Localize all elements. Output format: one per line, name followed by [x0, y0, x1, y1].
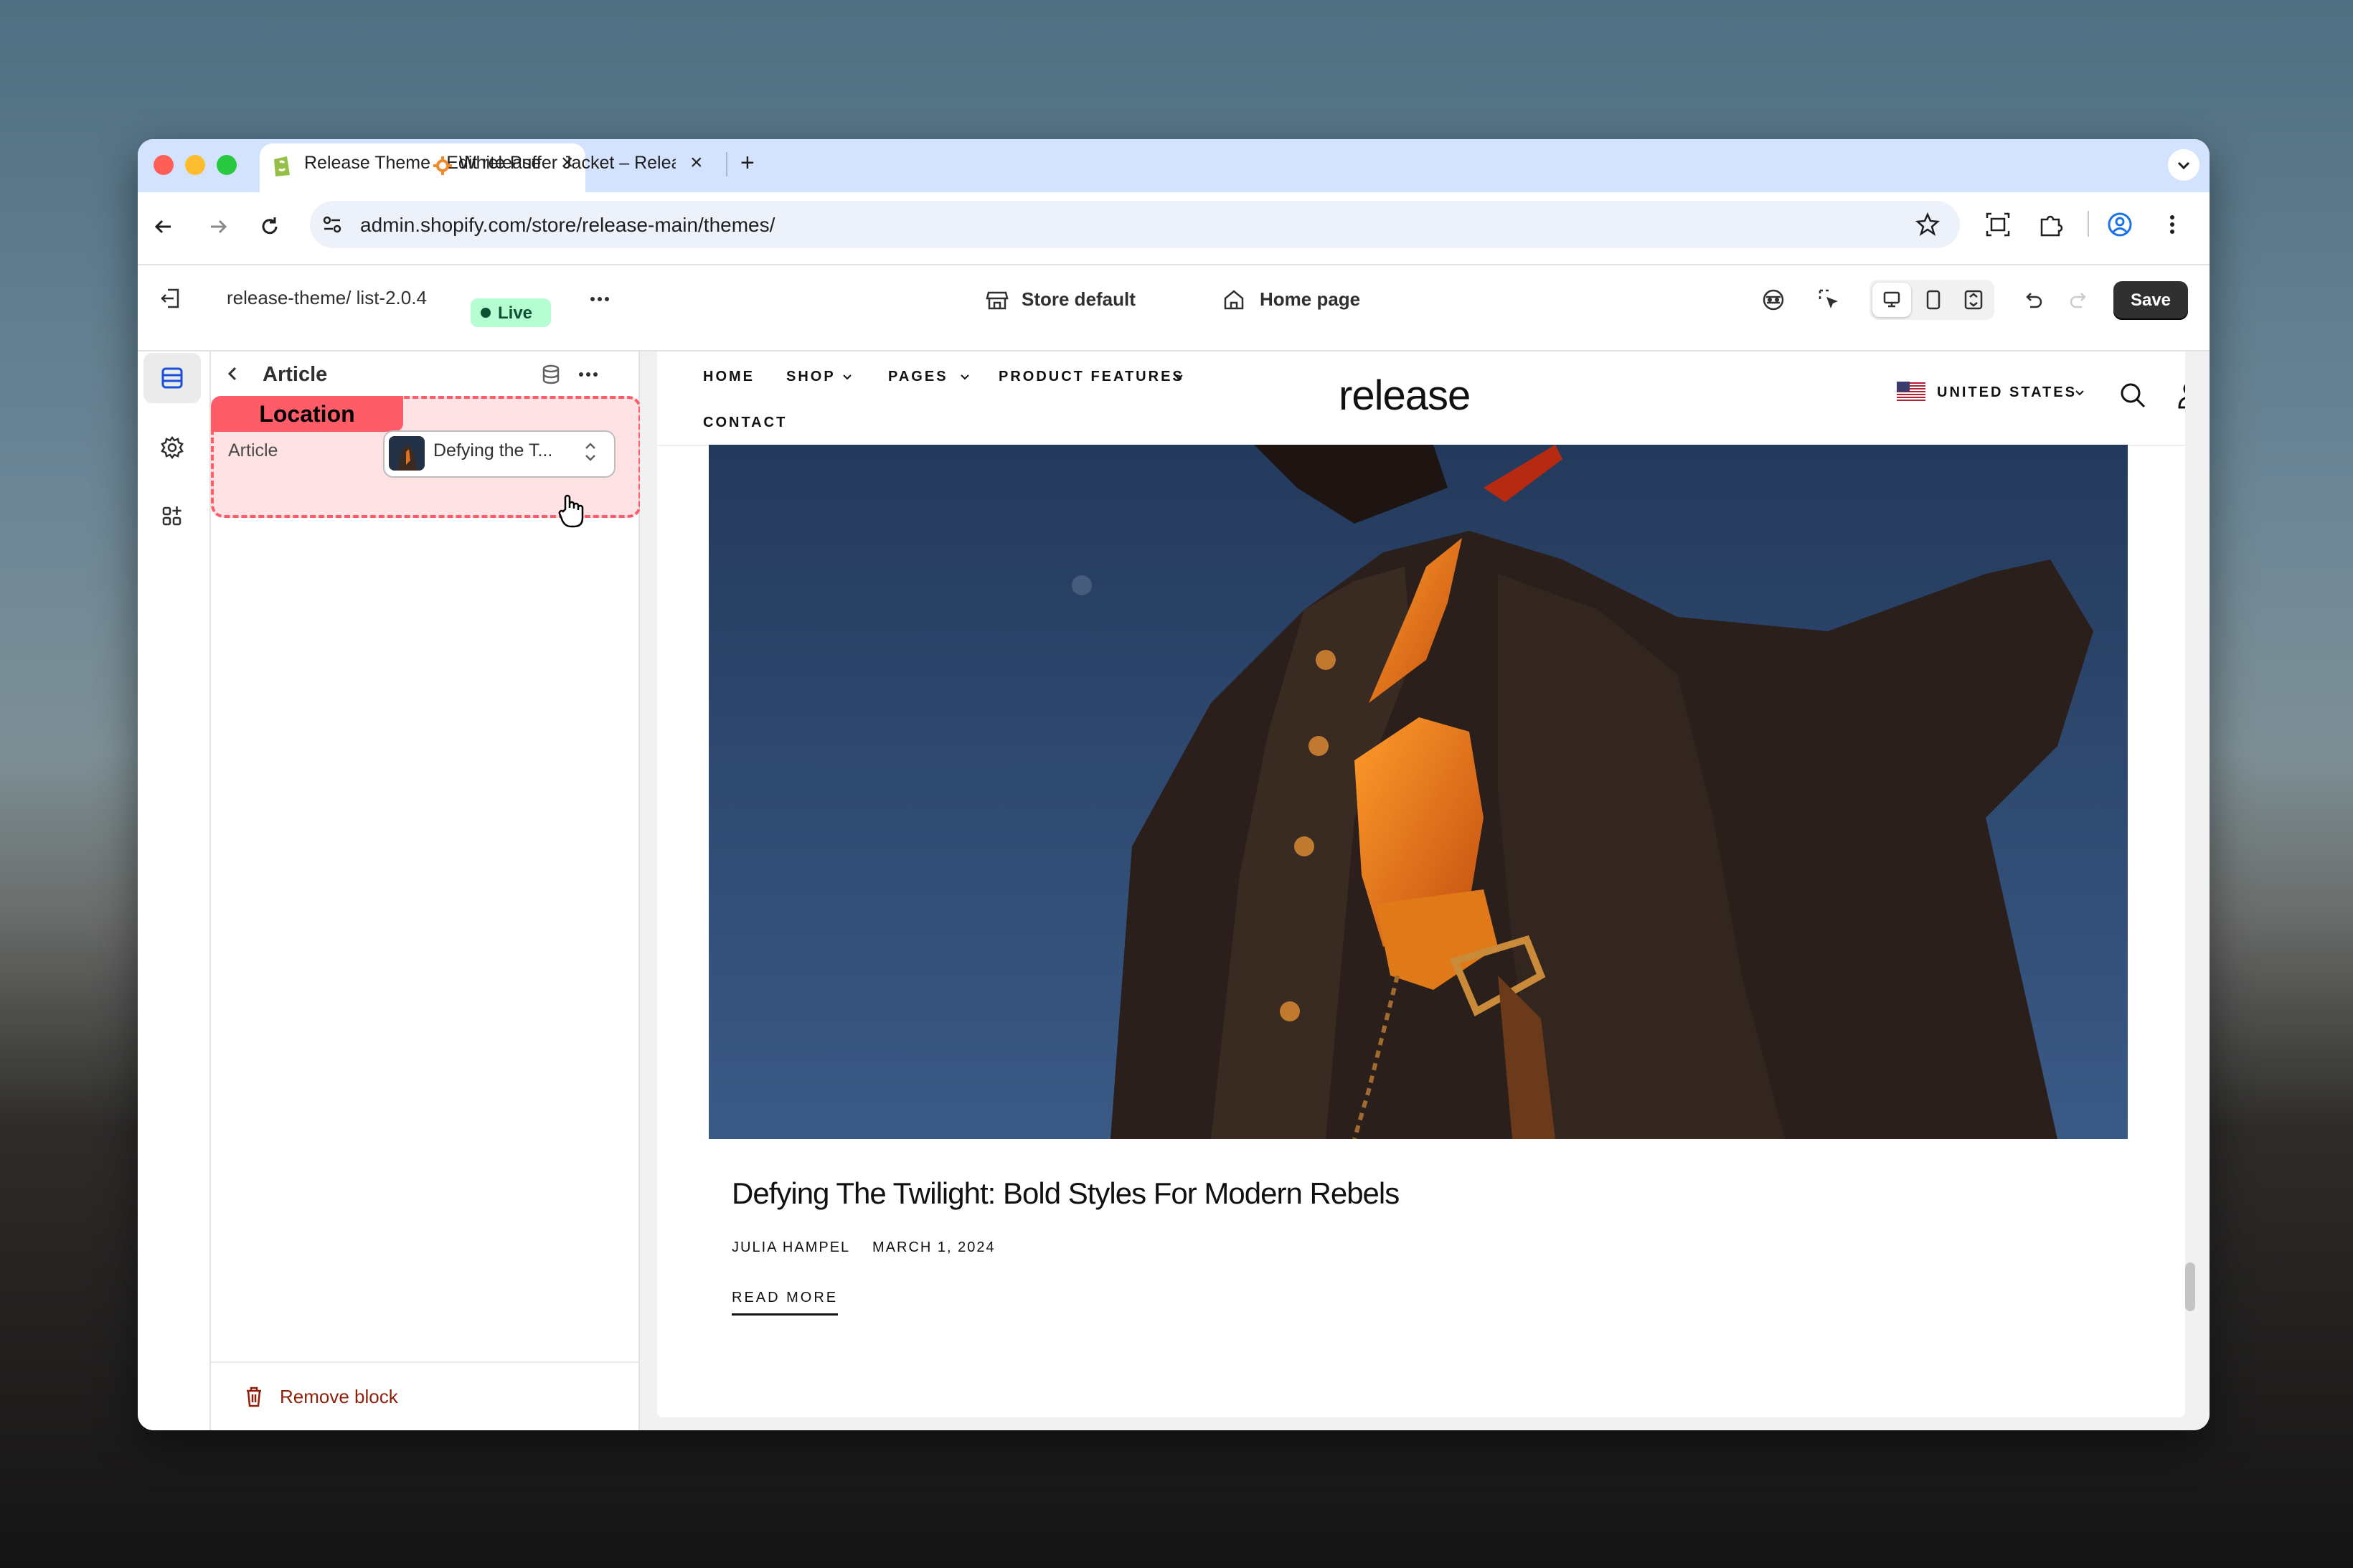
- close-window-button[interactable]: [154, 155, 174, 175]
- desktop-view-button[interactable]: [1872, 283, 1911, 317]
- release-favicon-icon: [432, 155, 453, 176]
- panel-title: Article: [263, 363, 328, 386]
- live-status-badge: Live: [471, 298, 551, 327]
- nav-home[interactable]: HOME: [703, 369, 755, 385]
- tab-title-inactive[interactable]: White Puffer Jacket – Release Theme: [459, 153, 676, 174]
- nav-product-features[interactable]: PRODUCT FEATURES: [999, 369, 1184, 385]
- site-logo[interactable]: release: [1339, 372, 1471, 420]
- app-embed-icon[interactable]: [1760, 287, 1786, 313]
- trash-icon[interactable]: [242, 1384, 265, 1409]
- shopify-icon: [271, 154, 293, 178]
- panel-more-icon[interactable]: [575, 363, 601, 386]
- article-author: JULIA HAMPEL: [732, 1239, 851, 1255]
- browser-window: Release Theme · Edit release-theme/ list…: [138, 139, 2210, 1430]
- redo-icon[interactable]: [2066, 287, 2092, 313]
- more-actions-icon[interactable]: [587, 287, 613, 311]
- nav-shop[interactable]: SHOP: [786, 369, 836, 385]
- account-icon[interactable]: [2175, 379, 2185, 410]
- extensions-icon[interactable]: [2037, 211, 2065, 238]
- store-icon: [984, 287, 1010, 313]
- home-icon: [1221, 287, 1247, 313]
- url-text[interactable]: admin.shopify.com/store/release-main/the…: [360, 214, 775, 237]
- chevron-down-icon: [2073, 386, 2086, 399]
- toolbar-divider: [2088, 211, 2089, 237]
- close-tab-icon[interactable]: ×: [690, 152, 703, 174]
- article-thumbnail: [389, 436, 425, 471]
- theme-settings-gear-icon[interactable]: [158, 433, 187, 462]
- chevron-down-icon: [958, 370, 971, 383]
- article-date: MARCH 1, 2024: [872, 1239, 996, 1255]
- inspector-icon[interactable]: [1816, 287, 1842, 313]
- search-icon[interactable]: [2118, 380, 2148, 410]
- apps-icon[interactable]: [158, 502, 187, 531]
- us-flag-icon: [1897, 382, 1925, 402]
- country-selector[interactable]: UNITED STATES: [1937, 384, 2077, 401]
- mobile-view-button[interactable]: [1915, 283, 1951, 317]
- article-field-label: Article: [228, 440, 278, 461]
- reload-icon[interactable]: [257, 214, 283, 240]
- nav-contact[interactable]: CONTACT: [703, 415, 787, 431]
- back-icon[interactable]: [151, 214, 176, 240]
- panel-footer-divider: [211, 1361, 638, 1363]
- exit-editor-icon[interactable]: [158, 285, 184, 311]
- tab-search-button[interactable]: [2168, 149, 2199, 181]
- live-dot-icon: [481, 308, 491, 318]
- storefront-preview: HOME SHOP PAGES PRODUCT FEATURES CONTACT…: [657, 351, 2185, 1417]
- new-tab-button[interactable]: +: [740, 151, 755, 175]
- location-tag: Location: [211, 396, 403, 432]
- article-picker-value: Defying the T...: [433, 440, 553, 461]
- undo-icon[interactable]: [2020, 287, 2046, 313]
- preview-scrollbar[interactable]: [2185, 1262, 2195, 1311]
- store-selector[interactable]: Store default: [1022, 288, 1136, 311]
- browser-menu-icon[interactable]: [2165, 211, 2179, 238]
- sections-rail-item[interactable]: [143, 353, 201, 403]
- hand-cursor-icon: [555, 492, 587, 529]
- forward-icon[interactable]: [205, 214, 231, 240]
- minimize-window-button[interactable]: [185, 155, 205, 175]
- live-badge-label: Live: [498, 303, 533, 323]
- maximize-window-button[interactable]: [217, 155, 237, 175]
- profile-icon[interactable]: [2106, 211, 2133, 238]
- chevron-down-icon: [841, 370, 854, 383]
- fullscreen-view-button[interactable]: [1956, 283, 1991, 317]
- bookmark-star-icon[interactable]: [1914, 211, 1941, 238]
- article-image[interactable]: [709, 445, 2128, 1139]
- database-icon[interactable]: [539, 363, 562, 386]
- save-button[interactable]: Save: [2113, 281, 2188, 320]
- screenshot-icon[interactable]: [1984, 211, 2012, 238]
- back-chevron-icon[interactable]: [222, 363, 244, 384]
- article-title[interactable]: Defying The Twilight: Bold Styles For Mo…: [732, 1176, 1400, 1211]
- tab-divider: [726, 152, 727, 176]
- remove-block-button[interactable]: Remove block: [280, 1386, 398, 1408]
- select-chevron-icon: [583, 439, 598, 465]
- site-info-icon[interactable]: [320, 212, 344, 237]
- chevron-down-icon: [1172, 370, 1185, 383]
- theme-name: release-theme/ list-2.0.4: [227, 287, 427, 308]
- page-selector[interactable]: Home page: [1260, 288, 1360, 311]
- nav-pages[interactable]: PAGES: [888, 369, 948, 385]
- read-more-link[interactable]: READ MORE: [732, 1290, 839, 1316]
